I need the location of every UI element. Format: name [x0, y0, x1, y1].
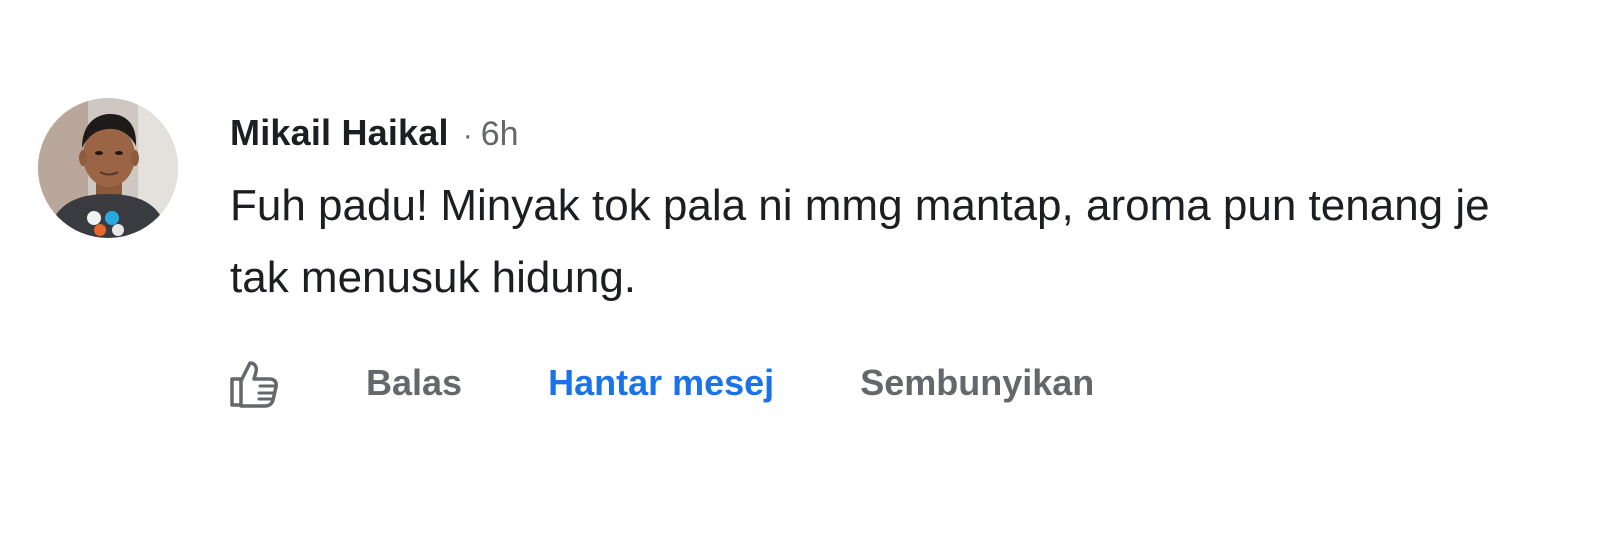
thumbs-up-icon	[230, 361, 278, 408]
dot-separator: ·	[462, 119, 473, 152]
comment-actions: Balas Hantar mesej Sembunyikan	[224, 348, 1094, 418]
avatar[interactable]	[38, 98, 178, 238]
hide-button[interactable]: Sembunyikan	[860, 362, 1094, 404]
profile-photo-icon	[38, 98, 178, 238]
comment-card: Mikail Haikal · 6h Fuh padu! Minyak tok …	[38, 98, 1578, 418]
like-button[interactable]	[224, 353, 284, 413]
comment-body: Mikail Haikal · 6h Fuh padu! Minyak tok …	[230, 112, 1570, 314]
comment-text: Fuh padu! Minyak tok pala ni mmg mantap,…	[230, 181, 1490, 302]
comment-header: Mikail Haikal · 6h	[230, 112, 1570, 158]
timestamp[interactable]: 6h	[481, 115, 519, 154]
reply-button[interactable]: Balas	[366, 362, 462, 404]
send-message-button[interactable]: Hantar mesej	[548, 362, 774, 404]
author-name[interactable]: Mikail Haikal	[230, 112, 449, 154]
